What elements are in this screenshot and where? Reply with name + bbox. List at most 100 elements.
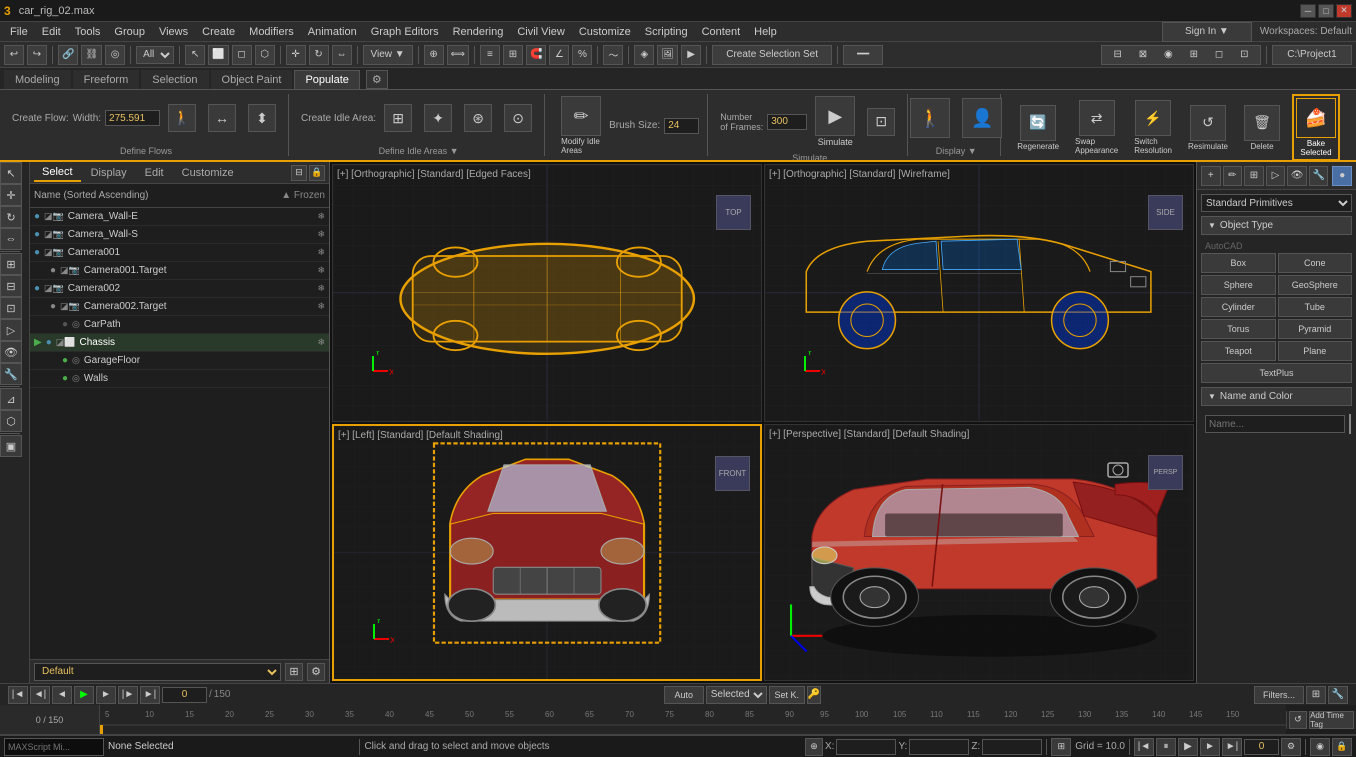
ribbon-delete-btn[interactable]: 🗑 Delete: [1240, 103, 1284, 153]
snap-button[interactable]: 🧲: [526, 45, 546, 65]
layer-options-btn[interactable]: ⊞: [285, 663, 303, 681]
render-setup-button[interactable]: 🖼: [657, 45, 678, 65]
render-frame-button[interactable]: ▶: [681, 45, 701, 65]
menu-help[interactable]: Help: [748, 24, 783, 40]
bind-button[interactable]: ◎: [105, 45, 125, 65]
coord-icon[interactable]: ⊕: [805, 738, 823, 756]
rp-motion-btn[interactable]: ▷: [1266, 166, 1286, 186]
time-play-btn[interactable]: ▶: [1178, 738, 1198, 756]
minimize-button[interactable]: ─: [1300, 4, 1316, 18]
ribbon-idle-btn-3[interactable]: ⊛: [460, 102, 496, 134]
lasso-select-button[interactable]: ◻: [232, 45, 252, 65]
maxscript-input[interactable]: [4, 738, 104, 756]
anim-next-key-btn[interactable]: |►: [118, 686, 138, 704]
scene-filter-btn[interactable]: ⊟: [291, 165, 307, 181]
close-button[interactable]: ✕: [1336, 4, 1352, 18]
tab-freeform[interactable]: Freeform: [73, 70, 140, 89]
set-key-btn[interactable]: Set K.: [769, 686, 805, 704]
rp-hierarchy-btn[interactable]: ⊞: [1244, 166, 1264, 186]
btn-torus[interactable]: Torus: [1201, 319, 1276, 339]
create-selection-set[interactable]: Create Selection Set: [712, 45, 832, 65]
btn-box[interactable]: Box: [1201, 253, 1276, 273]
ribbon-display-btn[interactable]: 🚶: [906, 96, 954, 140]
left-btn-render[interactable]: ▣: [0, 435, 22, 457]
left-btn-modify[interactable]: ⊟: [0, 275, 22, 297]
layer-settings-btn[interactable]: ⚙: [307, 663, 325, 681]
ribbon-idle-btn-2[interactable]: ✦: [420, 102, 456, 134]
sign-in-button[interactable]: Sign In ▼: [1162, 22, 1252, 42]
scene-tab-display[interactable]: Display: [83, 165, 135, 181]
select-link-button[interactable]: 🔗: [58, 45, 78, 65]
lock-selection-btn[interactable]: 🔒: [1332, 738, 1352, 756]
anim-play-btn[interactable]: ▶: [74, 686, 94, 704]
scene-tab-edit[interactable]: Edit: [137, 165, 172, 181]
filter-btn[interactable]: Filters...: [1254, 686, 1304, 704]
tab-object-paint[interactable]: Object Paint: [211, 70, 293, 89]
menu-edit[interactable]: Edit: [36, 24, 67, 40]
auto-key-btn[interactable]: Auto: [664, 686, 704, 704]
y-input[interactable]: [909, 739, 969, 755]
time-start-btn[interactable]: |◄: [1134, 738, 1154, 756]
left-btn-select[interactable]: ↖: [0, 162, 22, 184]
grid-snap-btn[interactable]: ⊞: [1051, 738, 1071, 756]
move-button[interactable]: ✛: [286, 45, 306, 65]
menu-group[interactable]: Group: [108, 24, 151, 40]
ribbon-flow-btn-2[interactable]: ↔: [204, 102, 240, 134]
left-btn-display[interactable]: 👁: [0, 341, 22, 363]
list-item[interactable]: ● ◪📷 Camera002 ❄: [30, 280, 329, 298]
undo-button[interactable]: ↩: [4, 45, 24, 65]
frame-current-input[interactable]: [162, 687, 207, 703]
left-btn-scale[interactable]: ⇔: [0, 228, 22, 250]
left-btn-rotate[interactable]: ↻: [0, 206, 22, 228]
btn-geosphere[interactable]: GeoSphere: [1278, 275, 1353, 295]
anim-prev-key-btn[interactable]: ◄|: [30, 686, 50, 704]
list-item[interactable]: ● ◎ CarPath: [30, 316, 329, 334]
current-frame-display[interactable]: [1244, 739, 1279, 755]
ribbon-flow-btn-3[interactable]: ⬍: [244, 102, 280, 134]
rotate-button[interactable]: ↻: [309, 45, 329, 65]
tl-loop-btn[interactable]: ↺: [1289, 711, 1307, 729]
viewport-bottom-right[interactable]: [+] [Perspective] [Standard] [Default Sh…: [764, 424, 1194, 682]
btn-pyramid[interactable]: Pyramid: [1278, 319, 1353, 339]
named-selection[interactable]: ━━: [843, 45, 883, 65]
color-swatch[interactable]: [1349, 414, 1351, 434]
timeline[interactable]: 0 / 150 5 10 15 20 25 30 35 40 45 50 55 …: [0, 705, 1356, 735]
list-item[interactable]: ● ◪📷 Camera001.Target ❄: [30, 262, 329, 280]
menu-tools[interactable]: Tools: [69, 24, 107, 40]
ribbon-display-btn2[interactable]: 👤: [958, 96, 1006, 140]
ribbon-idle-btn-1[interactable]: ⊞: [380, 102, 416, 134]
list-item[interactable]: ● ◎ GarageFloor: [30, 352, 329, 370]
set-key-filter-btn[interactable]: 🔑: [807, 686, 821, 704]
left-btn-filter[interactable]: ⊿: [0, 388, 22, 410]
rect-select-button[interactable]: ⬜: [208, 45, 228, 65]
layer-select[interactable]: Default: [34, 663, 281, 681]
object-type-header[interactable]: ▼ Object Type: [1201, 216, 1352, 235]
menu-modifiers[interactable]: Modifiers: [243, 24, 300, 40]
list-item[interactable]: ● ◪📷 Camera_Wall-S ❄: [30, 226, 329, 244]
menu-customize[interactable]: Customize: [573, 24, 637, 40]
btn-textplus[interactable]: TextPlus: [1201, 363, 1352, 383]
primitives-dropdown[interactable]: Standard Primitives: [1201, 194, 1352, 212]
add-time-tag-btn[interactable]: Add Time Tag: [1309, 711, 1354, 729]
ribbon-bake-btn[interactable]: 🍰 BakeSelected: [1292, 94, 1340, 161]
timeline-track[interactable]: 5 10 15 20 25 30 35 40 45 50 55 60 65 70…: [100, 705, 1286, 734]
anim-end-btn[interactable]: ►|: [140, 686, 160, 704]
tab-options-button[interactable]: ⚙: [366, 70, 388, 89]
name-color-header[interactable]: ▼ Name and Color: [1201, 387, 1352, 406]
list-item[interactable]: ▶ ● ◪⬜ Chassis ❄: [30, 334, 329, 352]
menu-graph-editors[interactable]: Graph Editors: [365, 24, 445, 40]
time-config-btn[interactable]: ⚙: [1281, 738, 1301, 756]
btn-plane[interactable]: Plane: [1278, 341, 1353, 361]
time-pause-btn[interactable]: ⏸: [1156, 738, 1176, 756]
angle-snap-button[interactable]: ∠: [549, 45, 569, 65]
view-dropdown[interactable]: View ▼: [363, 45, 413, 65]
list-item[interactable]: ● ◎ Walls: [30, 370, 329, 388]
object-name-input[interactable]: [1205, 415, 1345, 433]
list-item[interactable]: ● ◪📷 Camera001 ❄: [30, 244, 329, 262]
align-button[interactable]: ≡: [480, 45, 500, 65]
viewport-bottom-left[interactable]: [+] [Left] [Standard] [Default Shading]: [332, 424, 762, 682]
redo-button[interactable]: ↪: [27, 45, 47, 65]
render-buttons[interactable]: ⊟⊠◉⊞◻⊡: [1101, 45, 1261, 65]
hierarchy-button[interactable]: ⊞: [503, 45, 523, 65]
unlink-button[interactable]: ⛓: [81, 45, 102, 65]
